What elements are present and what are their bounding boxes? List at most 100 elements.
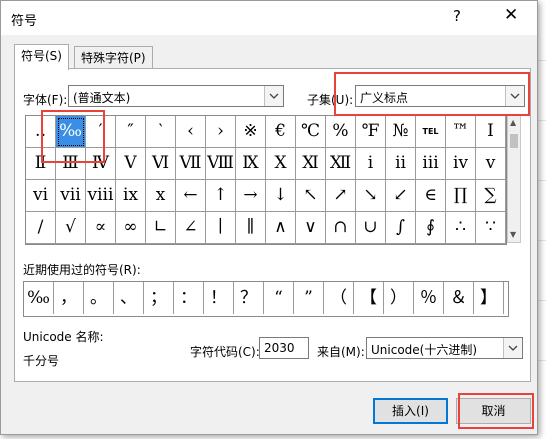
symbol-cell[interactable]: ‹ xyxy=(176,116,206,148)
recent-symbol-cell[interactable]: ％ xyxy=(414,282,444,314)
chevron-down-icon xyxy=(269,93,279,99)
char-code-field[interactable]: 2030 xyxy=(259,337,309,359)
symbol-cell[interactable]: ⅰ xyxy=(356,148,386,180)
highlight-cancel xyxy=(458,393,534,429)
symbol-cell[interactable]: → xyxy=(236,180,266,212)
symbol-cell[interactable]: TEL xyxy=(416,116,446,148)
symbol-cell[interactable]: ⅳ xyxy=(446,148,476,180)
symbol-cell[interactable]: ⅴ xyxy=(476,148,506,180)
font-dropdown[interactable]: (普通文本) xyxy=(68,85,284,107)
symbol-grid-scrollbar[interactable]: ▲ ▼ xyxy=(507,115,521,243)
recent-symbol-cell[interactable]: ； xyxy=(144,282,174,314)
scroll-down-icon[interactable]: ▼ xyxy=(510,230,516,239)
symbol-cell[interactable]: ↗ xyxy=(326,180,356,212)
symbol-cell[interactable]: Ⅵ xyxy=(146,148,176,180)
symbol-cell[interactable]: ∧ xyxy=(266,212,296,244)
symbol-cell[interactable]: ⅶ xyxy=(56,180,86,212)
highlight-subset xyxy=(334,72,530,116)
symbol-cell[interactable]: Ⅴ xyxy=(116,148,146,180)
recent-symbol-cell[interactable]: ） xyxy=(384,282,414,314)
char-code-label: 字符代码(C): xyxy=(190,345,260,359)
help-button[interactable]: ? xyxy=(453,7,461,25)
from-dropdown[interactable]: Unicode(十六进制) xyxy=(366,337,523,359)
font-value: (普通文本) xyxy=(73,91,131,105)
symbol-cell[interactable]: ∑ xyxy=(476,180,506,212)
recent-symbol-cell[interactable]: 、 xyxy=(114,282,144,314)
unicode-name-label: Unicode 名称: xyxy=(23,330,104,344)
font-label: 字体(F): xyxy=(23,93,68,107)
symbol-cell[interactable]: √ xyxy=(56,212,86,244)
symbol-cell[interactable]: ″ xyxy=(116,116,146,148)
recent-symbol-cell[interactable]: ” xyxy=(294,282,324,314)
symbol-cell[interactable]: ∮ xyxy=(416,212,446,244)
symbol-cell[interactable]: ∏ xyxy=(446,180,476,212)
symbol-cell[interactable]: ∩ xyxy=(326,212,356,244)
insert-button[interactable]: 插入(I) xyxy=(373,398,448,424)
symbol-cell[interactable]: ※ xyxy=(236,116,266,148)
symbol-cell[interactable]: € xyxy=(266,116,296,148)
symbol-cell[interactable]: ⅸ xyxy=(116,180,146,212)
recent-symbol-cell[interactable]: ， xyxy=(54,282,84,314)
symbol-cell[interactable]: ∨ xyxy=(296,212,326,244)
recent-symbol-cell[interactable]: 】 xyxy=(474,282,504,314)
recent-symbol-cell[interactable]: ？ xyxy=(234,282,264,314)
symbol-cell[interactable]: № xyxy=(386,116,416,148)
symbol-cell[interactable]: % xyxy=(326,116,356,148)
symbol-cell[interactable]: ∵ xyxy=(476,212,506,244)
symbol-cell[interactable]: Ⅹ xyxy=(266,148,296,180)
symbol-cell[interactable]: ⅱ xyxy=(386,148,416,180)
font-dropdown-arrow[interactable] xyxy=(264,86,283,106)
symbol-cell[interactable]: Ⅸ xyxy=(236,148,266,180)
symbol-cell[interactable]: Ⅷ xyxy=(206,148,236,180)
symbol-cell[interactable]: ∪ xyxy=(356,212,386,244)
recent-symbol-cell[interactable]: ！ xyxy=(204,282,234,314)
recent-symbol-cell[interactable]: 【 xyxy=(354,282,384,314)
tab-special-characters[interactable]: 特殊字符(P) xyxy=(74,46,153,70)
symbol-cell[interactable]: ∞ xyxy=(116,212,146,244)
symbol-cell[interactable]: Ⅶ xyxy=(176,148,206,180)
symbol-cell[interactable]: ⅵ xyxy=(26,180,56,212)
unicode-name-value: 千分号 xyxy=(23,354,60,368)
scroll-thumb[interactable] xyxy=(510,134,518,148)
recent-symbol-cell[interactable]: （ xyxy=(324,282,354,314)
symbol-cell[interactable]: ↙ xyxy=(386,180,416,212)
symbol-cell[interactable]: Ⅰ xyxy=(476,116,506,148)
symbol-cell[interactable]: ↑ xyxy=(206,180,236,212)
chevron-down-icon xyxy=(508,345,518,351)
symbol-cell[interactable]: ∕ xyxy=(26,212,56,244)
from-dropdown-arrow[interactable] xyxy=(503,338,522,358)
recent-symbol-cell[interactable]: ‰ xyxy=(24,282,54,314)
close-button[interactable]: ✕ xyxy=(504,5,518,25)
symbol-cell[interactable]: ← xyxy=(176,180,206,212)
symbol-cell[interactable]: ⅷ xyxy=(86,180,116,212)
symbol-cell[interactable]: ℉ xyxy=(356,116,386,148)
symbol-cell[interactable]: ∫ xyxy=(386,212,416,244)
symbol-cell[interactable]: ∴ xyxy=(446,212,476,244)
symbol-cell[interactable]: ∟ xyxy=(146,212,176,244)
symbol-cell[interactable]: ↘ xyxy=(356,180,386,212)
recent-symbol-cell[interactable]: 。 xyxy=(84,282,114,314)
recent-symbol-cell[interactable]: “ xyxy=(264,282,294,314)
symbol-cell[interactable]: ™ xyxy=(446,116,476,148)
tab-symbols[interactable]: 符号(S) xyxy=(14,44,69,70)
symbol-cell[interactable]: ∣ xyxy=(206,212,236,244)
symbol-cell[interactable]: ↖ xyxy=(296,180,326,212)
symbol-cell[interactable]: ⅹ xyxy=(146,180,176,212)
symbol-cell[interactable]: Ⅻ xyxy=(326,148,356,180)
symbol-cell[interactable]: › xyxy=(206,116,236,148)
recent-symbols-row: ‰，。、；：！？ “” （【）％＆】 xyxy=(23,281,509,317)
symbol-cell[interactable]: Ⅺ xyxy=(296,148,326,180)
symbol-cell[interactable]: ∥ xyxy=(236,212,266,244)
recent-symbol-cell[interactable]: ＆ xyxy=(444,282,474,314)
symbol-cell[interactable]: ∈ xyxy=(416,180,446,212)
symbol-cell[interactable]: ∝ xyxy=(86,212,116,244)
scroll-up-icon[interactable]: ▲ xyxy=(510,118,516,127)
char-code-value: 2030 xyxy=(264,341,295,355)
symbol-cell[interactable]: ⅲ xyxy=(416,148,446,180)
symbol-cell[interactable]: ↓ xyxy=(266,180,296,212)
symbol-cell[interactable]: ‵ xyxy=(146,116,176,148)
symbol-cell[interactable]: ℃ xyxy=(296,116,326,148)
dialog-title: 符号 xyxy=(11,14,38,29)
symbol-cell[interactable]: ∠ xyxy=(176,212,206,244)
recent-symbol-cell[interactable]: ： xyxy=(174,282,204,314)
